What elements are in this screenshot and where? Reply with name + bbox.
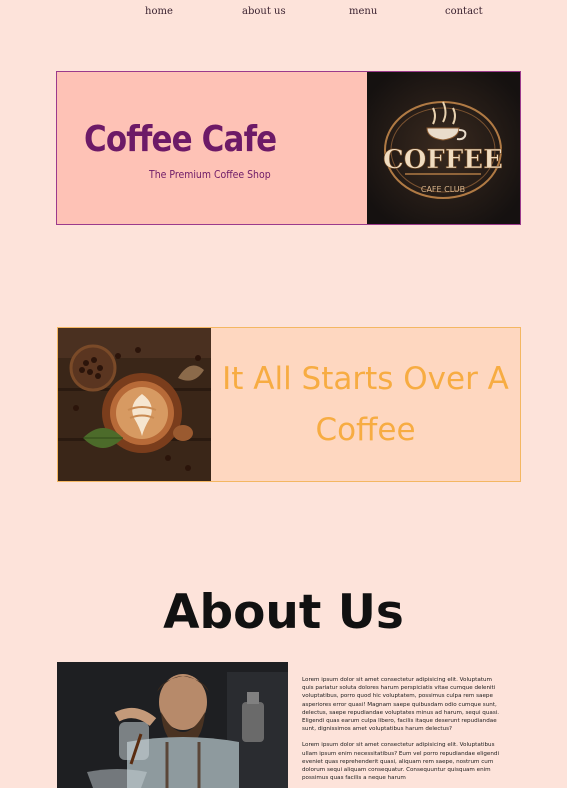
coffee-logo-graphic: COFFEE CAFE CLUB bbox=[367, 72, 520, 224]
hero-subtitle: The Premium Coffee Shop bbox=[149, 168, 271, 181]
tagline-banner: It All Starts Over A Coffee bbox=[57, 327, 521, 482]
logo-subtext: CAFE CLUB bbox=[421, 185, 465, 194]
coffee-logo-image: COFFEE CAFE CLUB bbox=[367, 72, 520, 224]
hero-section: Coffee Cafe The Premium Coffee Shop COFF… bbox=[56, 71, 521, 225]
barista-graphic bbox=[57, 662, 288, 788]
hero-title: Coffee Cafe bbox=[84, 119, 277, 160]
about-paragraph: Lorem ipsum dolor sit amet consectetur a… bbox=[302, 677, 500, 733]
tagline-text: It All Starts Over A Coffee bbox=[222, 360, 509, 448]
latte-art-graphic bbox=[58, 328, 211, 481]
latte-art-image bbox=[58, 328, 211, 481]
nav-link-contact[interactable]: contact bbox=[445, 6, 483, 17]
about-us-text: Lorem ipsum dolor sit amet consectetur a… bbox=[302, 676, 504, 788]
nav-link-menu[interactable]: menu bbox=[349, 6, 377, 17]
logo-coffee-text: COFFEE bbox=[383, 145, 503, 175]
about-us-heading: About Us bbox=[163, 585, 404, 640]
nav-link-about-us[interactable]: about us bbox=[242, 6, 286, 17]
about-paragraph: Lorem ipsum dolor sit amet consectetur a… bbox=[302, 742, 500, 782]
barista-image bbox=[57, 662, 288, 788]
nav-link-home[interactable]: home bbox=[145, 6, 173, 17]
top-nav: home about us menu contact bbox=[0, 6, 567, 24]
